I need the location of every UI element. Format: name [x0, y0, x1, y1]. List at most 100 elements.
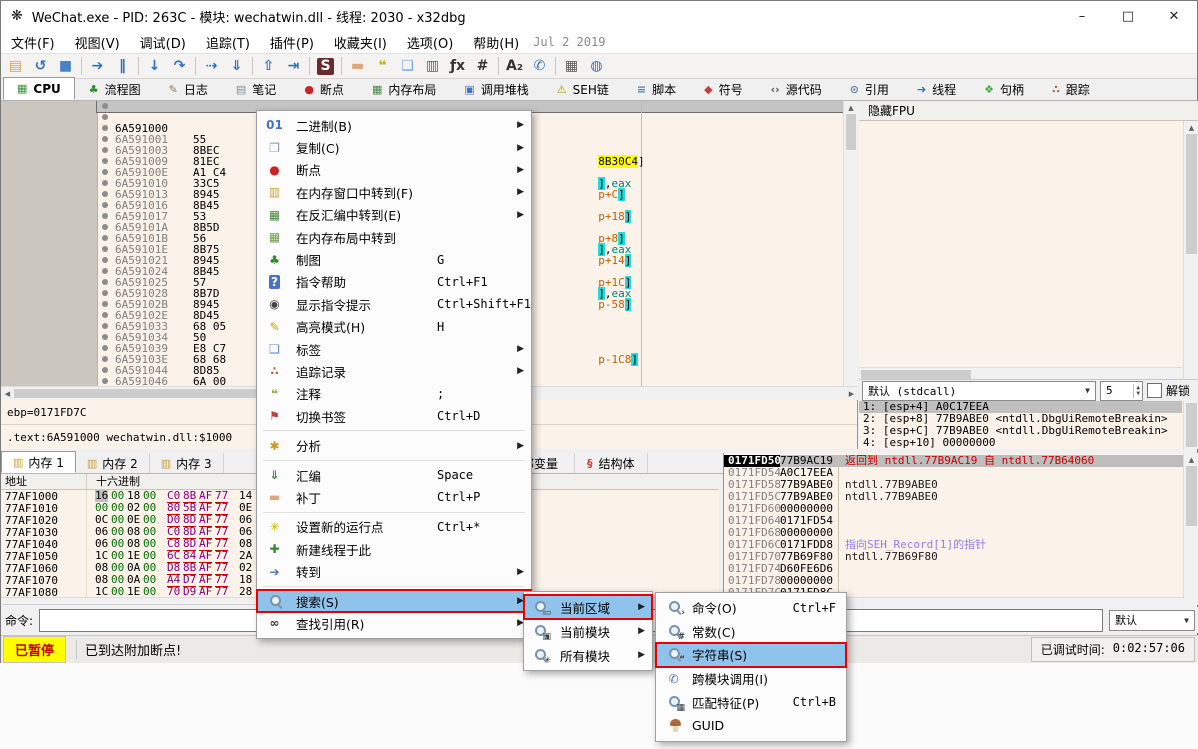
register-row[interactable]: [869, 307, 1182, 319]
tab-symbols[interactable]: ◆ 符号: [690, 78, 756, 100]
scroll-right-icon[interactable]: ▶: [845, 390, 858, 398]
copy-icon[interactable]: ❐ 复制(C) ▶: [257, 136, 531, 158]
trace-record-icon[interactable]: ∴ 追踪记录 ▶: [257, 360, 531, 382]
new-thread-here-icon[interactable]: ✚ 新建线程于此 ▶: [257, 538, 531, 560]
breakpoint-dot-icon[interactable]: [102, 147, 108, 153]
unlock-checkbox[interactable]: [1147, 383, 1162, 398]
tab-call-stack[interactable]: ▣ 调用堆栈: [450, 78, 542, 100]
breakpoint-dot-icon[interactable]: [102, 257, 108, 263]
stack-pane[interactable]: 0171FD50 77B9AC19 返回到 ntdll.77B9AC19 自 n…: [723, 453, 1198, 605]
breakpoint-dot-icon[interactable]: [102, 279, 108, 285]
command-mode-select[interactable]: 默认 ▼: [1109, 610, 1195, 631]
breakpoint-dot-icon[interactable]: [102, 136, 108, 142]
close-button[interactable]: ✕: [1151, 1, 1197, 31]
tab-graph[interactable]: ♣ 流程图: [75, 78, 155, 100]
toolbar-separator[interactable]: [338, 55, 345, 77]
tab-struct[interactable]: § 结构体: [575, 453, 648, 473]
register-row[interactable]: EIP 77B64061 ntdll.77B64061: [869, 235, 1182, 247]
registers-pane[interactable]: 隐藏FPU EAX 01186000 EBX 00000000 ECX 77B9…: [859, 101, 1198, 449]
stack-argument-row[interactable]: 3: [esp+C] 77B9ABE0 <ntdll.DbgUiRemoteBr…: [859, 425, 1182, 437]
breakpoint-dot-icon[interactable]: [102, 345, 108, 351]
search-strings-icon[interactable]: “ 字符串(S): [656, 643, 846, 667]
toolbar-separator[interactable]: [135, 55, 142, 77]
graph-icon[interactable]: ♣ 制图 G ▶: [257, 248, 531, 270]
breakpoint-dot-icon[interactable]: [102, 191, 108, 197]
register-row[interactable]: LastError 00000000 (ERROR_SUCCESS): [869, 319, 1182, 331]
hide-fpu-button[interactable]: 隐藏FPU: [859, 101, 1198, 121]
restart-icon[interactable]: ↺: [28, 55, 53, 77]
highlighting-mode-icon[interactable]: ✎ 高亮模式(H) H ▶: [257, 316, 531, 338]
register-row[interactable]: EAX 01186000: [869, 127, 1182, 139]
tab-memory-map[interactable]: ▦ 内存布局: [358, 78, 450, 100]
menu-bar-item[interactable]: 视图(V): [65, 33, 130, 52]
breakpoint-dot-icon[interactable]: [102, 224, 108, 230]
guid-icon[interactable]: GUID: [656, 714, 846, 738]
tab-cpu[interactable]: ▦ CPU: [3, 77, 75, 100]
run-to-user-code-icon[interactable]: ⇢: [199, 55, 224, 77]
toolbar-separator[interactable]: [192, 55, 199, 77]
follow-in-memory-map-icon[interactable]: ▦ 在内存布局中转到 ▶: [257, 226, 531, 248]
patch-icon[interactable]: ▬: [345, 55, 370, 77]
breakpoint-icon[interactable]: ● 断点 ▶: [257, 159, 531, 181]
menu-separator[interactable]: ▶: [257, 583, 531, 590]
mnemonic-brief-icon[interactable]: ◉ 显示指令提示 Ctrl+Shift+F1 ▶: [257, 293, 531, 315]
register-row[interactable]: GS 002B FS 0053: [869, 355, 1182, 367]
attach-icon[interactable]: ⇥: [281, 55, 306, 77]
follow-in-disassembler-icon[interactable]: ▦ 在反汇编中转到(E) ▶: [257, 204, 531, 226]
breakpoint-dot-icon[interactable]: [102, 246, 108, 252]
breakpoint-dot-icon[interactable]: [102, 114, 108, 120]
register-row[interactable]: LastStatus 00000000 (STATUS_SUCCESS): [869, 331, 1182, 343]
step-into-icon[interactable]: ↓: [142, 55, 167, 77]
breakpoint-dot-icon[interactable]: [102, 180, 108, 186]
register-row[interactable]: ECX 77B9ABE0 <ntdll.DbgUiRemoteBreakin>: [869, 151, 1182, 163]
search-all-modules-icon[interactable]: ✳ 所有模块 ▶: [524, 643, 652, 667]
breakpoint-dot-icon[interactable]: [102, 323, 108, 329]
breakpoint-dot-icon[interactable]: [102, 334, 108, 340]
maximize-button[interactable]: □: [1105, 1, 1151, 31]
registers-vscrollbar[interactable]: ▲: [1183, 121, 1198, 379]
hash-icon[interactable]: #: [470, 55, 495, 77]
pause-icon[interactable]: ‖: [110, 55, 135, 77]
comment-icon[interactable]: ❝: [370, 55, 395, 77]
analyze-icon[interactable]: ✱ 分析 ▶: [257, 434, 531, 456]
function-icon[interactable]: ƒx: [445, 55, 470, 77]
label-icon[interactable]: ❏: [395, 55, 420, 77]
scylla-icon[interactable]: S: [313, 55, 338, 77]
breakpoint-dot-icon[interactable]: [102, 367, 108, 373]
label-icon[interactable]: ❏ 标签 ▶: [257, 338, 531, 360]
toolbar-separator[interactable]: [495, 55, 502, 77]
comment-icon[interactable]: ❝ 注释 ; ▶: [257, 383, 531, 405]
goto-icon[interactable]: ➔ 转到 ▶: [257, 560, 531, 582]
breakpoint-dot-icon[interactable]: [102, 169, 108, 175]
disassembly-vscrollbar[interactable]: ▲: [843, 101, 858, 386]
step-over-icon[interactable]: ↷: [167, 55, 192, 77]
tab-references[interactable]: ⊙ 引用: [836, 78, 903, 100]
search-current-module-icon[interactable]: ▣ 当前模块 ▶: [524, 619, 652, 643]
stack-argument-row[interactable]: 2: [esp+8] 77B9ABE0 <ntdll.DbgUiRemoteBr…: [859, 413, 1182, 425]
calling-convention-select[interactable]: 默认 (stdcall) ▼: [862, 381, 1096, 401]
register-row[interactable]: [869, 247, 1182, 259]
menu-bar-item[interactable]: 文件(F): [1, 33, 65, 52]
binary-icon[interactable]: 01 二进制(B) ▶: [257, 114, 531, 136]
breakpoint-dot-icon[interactable]: [102, 235, 108, 241]
menu-bar-item[interactable]: 收藏夹(I): [324, 33, 397, 52]
search-pattern-icon[interactable]: ▦ 匹配特征(P) Ctrl+B: [656, 690, 846, 714]
menu-bar-item[interactable]: 调试(D): [130, 33, 196, 52]
patch-icon[interactable]: ▬ 补丁 Ctrl+P ▶: [257, 486, 531, 508]
scroll-up-icon[interactable]: ▲: [844, 101, 858, 114]
search-command-icon[interactable]: › 命令(O) Ctrl+F: [656, 596, 846, 620]
minimize-button[interactable]: –: [1059, 1, 1105, 31]
bookmark-icon[interactable]: ▥: [420, 55, 445, 77]
search-icon[interactable]: 搜索(S) ▶: [257, 590, 531, 612]
run-icon[interactable]: ➔: [85, 55, 110, 77]
breakpoint-dot-icon[interactable]: [102, 378, 108, 384]
tab-trace[interactable]: ∴ 跟踪: [1038, 78, 1104, 100]
register-row[interactable]: ZF 1 PF 1 AF 0: [869, 271, 1182, 283]
follow-in-dump-icon[interactable]: ▥ 在内存窗口中转到(F) ▶: [257, 181, 531, 203]
instruction-help-icon[interactable]: ? 指令帮助 Ctrl+F1 ▶: [257, 271, 531, 293]
about-icon[interactable]: ◍: [584, 55, 609, 77]
menu-separator[interactable]: ▶: [257, 427, 531, 434]
breakpoint-dot-icon[interactable]: [102, 312, 108, 318]
breakpoint-dot-icon[interactable]: [102, 202, 108, 208]
breakpoint-dot-icon[interactable]: [102, 103, 108, 109]
